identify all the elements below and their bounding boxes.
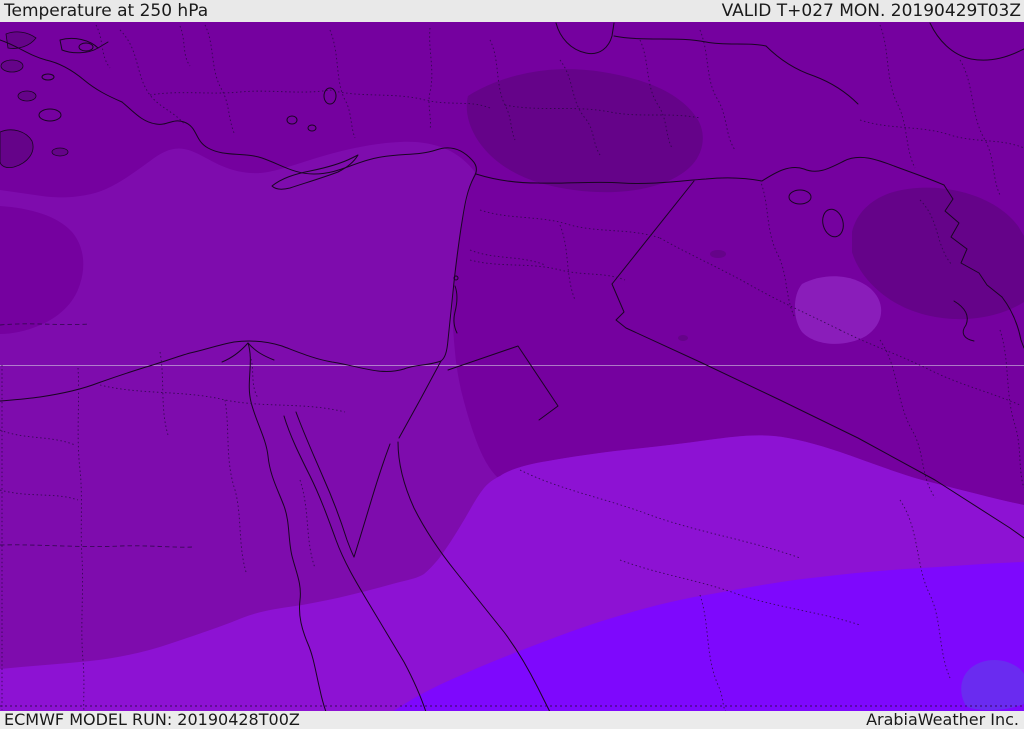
island-dark [17, 90, 37, 102]
footer-bar: ECMWF MODEL RUN: 20190428T00Z ArabiaWeat… [0, 711, 1024, 729]
temp-band-coldest-speck [710, 250, 726, 258]
valid-time-label: VALID T+027 MON. 20190429T03Z [721, 1, 1021, 21]
weather-map-product: Temperature at 250 hPa VALID T+027 MON. … [0, 0, 1024, 729]
temperature-bands [0, 22, 1024, 714]
island-dark [0, 59, 24, 73]
credit-label: ArabiaWeather Inc. [866, 710, 1019, 729]
temp-band-coldest-speck [678, 335, 688, 341]
header-bar: Temperature at 250 hPa VALID T+027 MON. … [0, 0, 1024, 22]
model-run-label: ECMWF MODEL RUN: 20190428T00Z [4, 710, 300, 729]
island-dark [51, 147, 69, 157]
map-title: Temperature at 250 hPa [4, 1, 209, 21]
map-canvas [0, 22, 1024, 714]
